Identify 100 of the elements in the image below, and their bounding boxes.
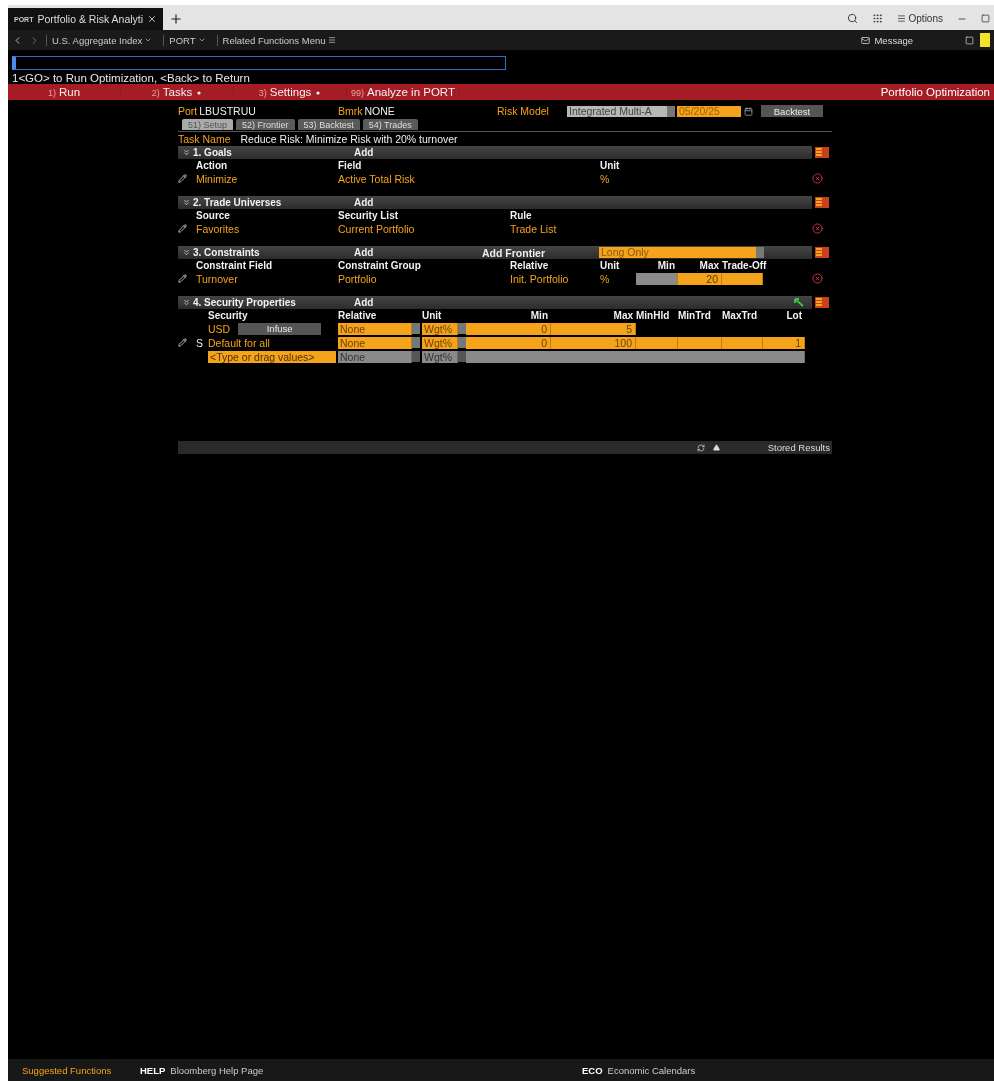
task-name: Reduce Risk: Minimize Risk with 20% turnover xyxy=(240,132,458,145)
add-button[interactable]: Add xyxy=(354,197,482,208)
number-field[interactable] xyxy=(678,336,722,349)
command-line-field[interactable] xyxy=(12,56,506,70)
add-button[interactable]: Add xyxy=(354,247,482,258)
stored-results-label[interactable]: Stored Results xyxy=(767,442,830,453)
collapse-icon[interactable] xyxy=(182,248,191,257)
grip-icon[interactable] xyxy=(871,13,883,24)
infuse-button[interactable]: Infuse xyxy=(238,322,322,335)
column-header: Relative xyxy=(510,260,550,271)
grid-menu-icon[interactable] xyxy=(815,147,829,158)
number-field[interactable] xyxy=(722,272,763,285)
number-field[interactable] xyxy=(636,272,678,285)
security-name: Default for all xyxy=(208,336,270,349)
task-name-label: Task Name xyxy=(178,132,231,145)
collapse-icon[interactable] xyxy=(182,198,191,207)
unit-select[interactable]: Wgt% xyxy=(422,322,458,335)
add-button[interactable]: Add xyxy=(354,297,482,308)
flag-label: S xyxy=(196,336,204,349)
import-icon[interactable] xyxy=(794,298,804,307)
screen-title: Portfolio Optimization xyxy=(880,86,991,98)
tab[interactable]: 52) Frontier xyxy=(236,119,295,130)
function-link[interactable]: HELP Bloomberg Help Page xyxy=(140,1064,264,1076)
field-value: Minimize xyxy=(196,172,239,185)
column-header: Max xyxy=(698,260,720,271)
field-value: % xyxy=(600,172,611,185)
field-value: Turnover xyxy=(196,272,239,285)
tab[interactable]: 53) Backtest xyxy=(297,119,360,130)
menu-button[interactable]: 1) Run xyxy=(8,86,121,98)
unit-select[interactable]: Wgt% xyxy=(422,350,458,363)
caret-icon xyxy=(197,36,206,44)
unit-select[interactable]: Wgt% xyxy=(422,336,458,349)
grid-menu-icon[interactable] xyxy=(815,197,829,208)
number-field[interactable]: 0 xyxy=(466,336,551,349)
remove-icon[interactable] xyxy=(812,223,823,234)
pencil-icon[interactable] xyxy=(178,338,187,347)
tab[interactable]: 54) Trades xyxy=(362,119,418,130)
instruction-text: 1<GO> to Run Optimization, <Back> to Return xyxy=(11,71,251,84)
number-field[interactable]: 0 xyxy=(466,322,551,335)
calendar-icon[interactable] xyxy=(744,106,753,116)
search-icon[interactable] xyxy=(846,13,858,24)
pencil-icon[interactable] xyxy=(178,224,187,233)
field-value: % xyxy=(600,272,611,285)
grid-menu-icon[interactable] xyxy=(815,247,829,258)
window-icon[interactable] xyxy=(965,35,974,45)
relative-select[interactable]: None xyxy=(338,350,412,363)
caret-icon xyxy=(144,36,153,44)
section-title: 4. Security Properties xyxy=(193,297,296,308)
menu-icon xyxy=(327,36,336,44)
security-input-field[interactable]: <Type or drag values> xyxy=(208,350,336,363)
section-title: 3. Constraints xyxy=(193,247,260,258)
maximize-icon[interactable] xyxy=(981,14,990,23)
grid-menu-icon[interactable] xyxy=(815,297,829,308)
field-value: Favorites xyxy=(196,222,241,235)
column-header: Min xyxy=(656,260,676,271)
number-field[interactable]: 1 xyxy=(763,336,805,349)
column-header: Constraint Field xyxy=(196,260,274,271)
collapse-icon[interactable] xyxy=(182,298,191,307)
column-header: Source xyxy=(196,210,231,221)
plus-icon[interactable] xyxy=(169,12,184,26)
benchmark-label: Bmrk NONE xyxy=(338,105,396,117)
field-value: Trade List xyxy=(510,222,558,235)
breadcrumb-menu[interactable]: Related Functions Menu xyxy=(216,34,341,46)
relative-select[interactable]: None xyxy=(338,336,412,349)
number-field[interactable]: 100 xyxy=(551,336,636,349)
message-button[interactable]: Message xyxy=(855,33,919,47)
collapse-icon[interactable] xyxy=(182,148,191,157)
number-field[interactable] xyxy=(636,336,678,349)
menu-button[interactable]: 99) Analyze in PORT xyxy=(347,86,460,98)
close-icon[interactable] xyxy=(147,14,158,24)
breadcrumb-menu[interactable]: PORT xyxy=(163,34,211,46)
remove-icon[interactable] xyxy=(812,173,823,184)
column-header: MinHld xyxy=(636,310,671,321)
column-header: Lot xyxy=(785,310,803,321)
column-header: Unit xyxy=(600,160,621,171)
number-field[interactable]: 20 xyxy=(678,272,722,285)
menu-button[interactable]: 3) Settings xyxy=(234,86,347,98)
pencil-icon[interactable] xyxy=(178,274,187,283)
backtest-button[interactable]: Backtest xyxy=(761,105,823,117)
options-button[interactable]: Options xyxy=(896,13,943,24)
expand-icon[interactable] xyxy=(712,444,720,451)
column-header: Rule xyxy=(510,210,533,221)
breadcrumb-menu[interactable]: U.S. Aggregate Index xyxy=(46,34,158,46)
remove-icon[interactable] xyxy=(812,273,823,284)
field-value: Init. Portfolio xyxy=(510,272,570,285)
function-link[interactable]: ECO Economic Calendars xyxy=(582,1064,696,1076)
field-value: Active Total Risk xyxy=(338,172,416,185)
relative-select[interactable]: None xyxy=(338,322,412,335)
menu-button[interactable]: 2) Tasks xyxy=(121,86,234,98)
add-button[interactable]: Add xyxy=(354,147,482,158)
menu-icon xyxy=(896,14,906,23)
number-field[interactable]: 5 xyxy=(551,322,636,335)
risk-model-select[interactable]: Integrated Multi-A xyxy=(567,105,667,117)
refresh-icon[interactable] xyxy=(696,443,705,452)
column-header: Constraint Group xyxy=(338,260,422,271)
number-field[interactable] xyxy=(722,336,763,349)
column-header: Relative xyxy=(338,310,378,321)
tab[interactable]: 51) Setup xyxy=(182,119,234,130)
suggested-functions-button[interactable]: Suggested Functions xyxy=(22,1064,112,1076)
pencil-icon[interactable] xyxy=(178,174,187,183)
